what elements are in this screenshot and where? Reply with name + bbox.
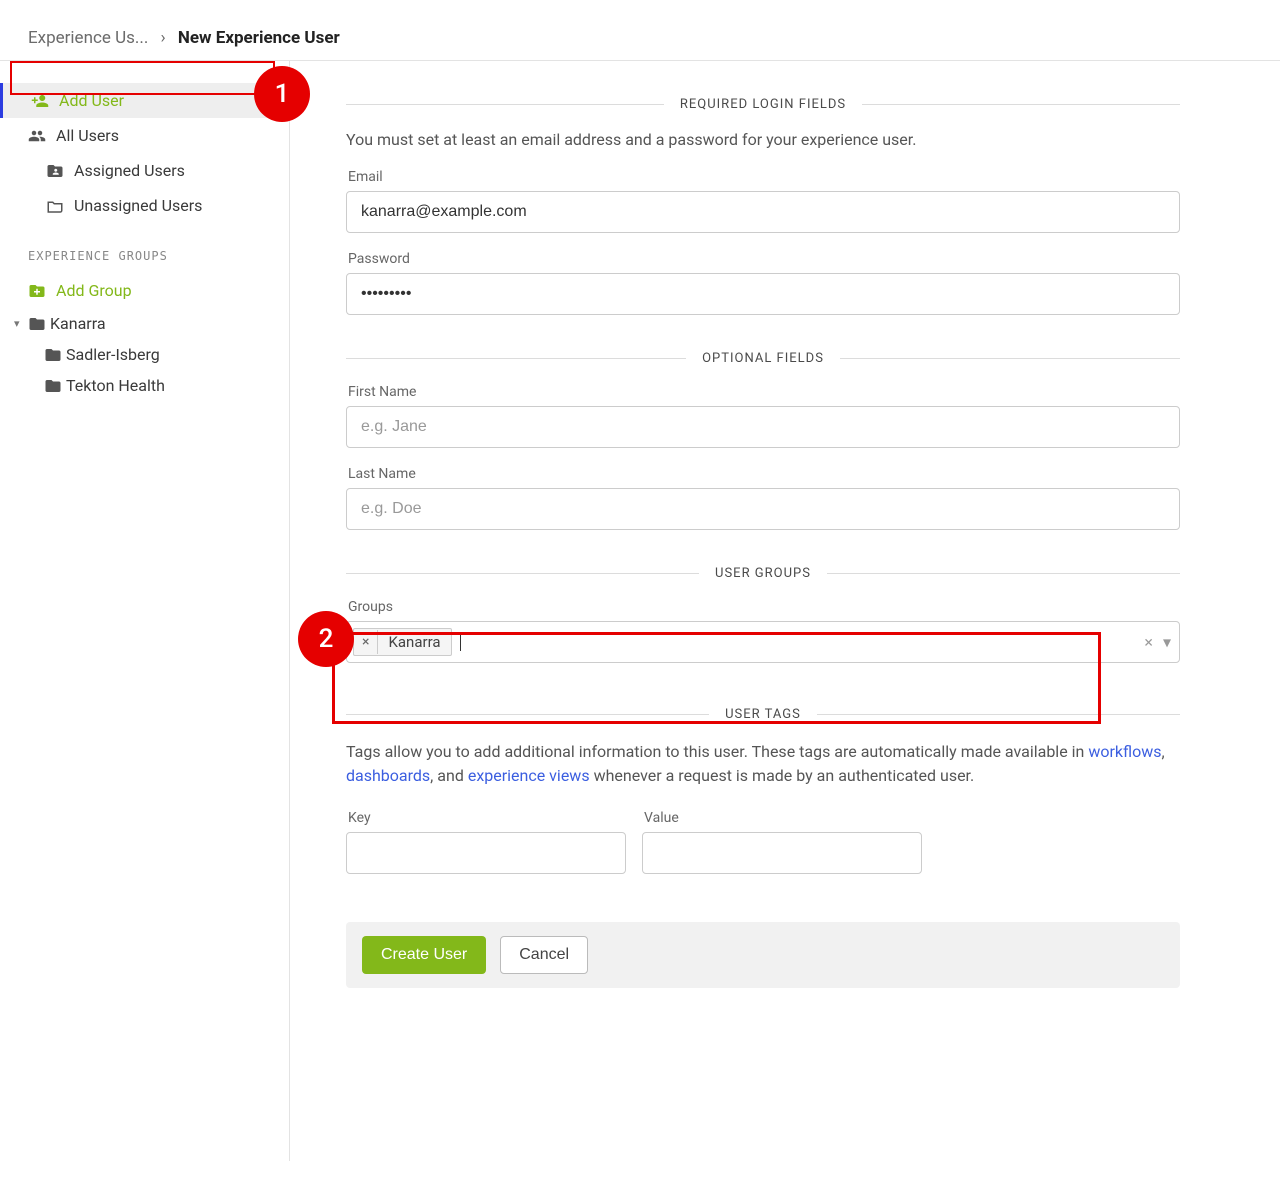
user-tags-intro: Tags allow you to add additional informa… <box>346 740 1180 788</box>
annotation-step-1: 1 <box>254 66 310 122</box>
cancel-button[interactable]: Cancel <box>500 936 588 974</box>
annotation-step-2: 2 <box>298 611 354 667</box>
main-form: REQUIRED LOGIN FIELDS You must set at le… <box>290 61 1280 1161</box>
caret-down-icon: ▾ <box>14 317 28 330</box>
breadcrumb-separator: › <box>161 28 166 48</box>
password-label: Password <box>348 251 1180 267</box>
sidebar-section-title: EXPERIENCE GROUPS <box>0 223 289 273</box>
groups-label: Groups <box>348 599 1180 615</box>
section-header-user-tags: USER TAGS <box>346 707 1180 722</box>
chip-label: Kanarra <box>378 629 450 655</box>
email-label: Email <box>348 169 1180 185</box>
dashboards-link[interactable]: dashboards <box>346 766 430 785</box>
password-field[interactable] <box>346 273 1180 315</box>
section-header-required-login: REQUIRED LOGIN FIELDS <box>346 97 1180 112</box>
dropdown-caret-icon[interactable]: ▾ <box>1163 633 1171 652</box>
folder-user-icon <box>46 162 74 180</box>
first-name-label: First Name <box>348 384 1180 400</box>
sidebar-item-unassigned-users[interactable]: Unassigned Users <box>0 188 289 223</box>
folder-icon <box>28 315 50 333</box>
breadcrumb-current: New Experience User <box>178 28 340 48</box>
folder-icon <box>44 377 66 395</box>
first-name-field[interactable] <box>346 406 1180 448</box>
add-user-icon <box>31 92 59 110</box>
sidebar-group-label: Kanarra <box>50 314 106 333</box>
breadcrumb-parent[interactable]: Experience Us... <box>28 28 148 48</box>
folder-open-icon <box>46 197 74 215</box>
sidebar-item-label: Add User <box>59 91 124 110</box>
chip-remove-icon[interactable]: × <box>354 630 378 654</box>
tag-value-field[interactable] <box>642 832 922 874</box>
sidebar-item-assigned-users[interactable]: Assigned Users <box>0 153 289 188</box>
sidebar-group-kanarra[interactable]: ▾ Kanarra <box>0 308 289 339</box>
experience-views-link[interactable]: experience views <box>468 766 590 785</box>
section-header-optional: OPTIONAL FIELDS <box>346 351 1180 366</box>
breadcrumb: Experience Us... › New Experience User <box>0 0 1280 61</box>
required-login-intro: You must set at least an email address a… <box>346 130 1180 149</box>
sidebar-item-all-users[interactable]: All Users <box>0 118 289 153</box>
sidebar-group-label: Sadler-Isberg <box>66 345 160 364</box>
sidebar-item-label: Add Group <box>56 281 132 300</box>
email-field[interactable] <box>346 191 1180 233</box>
tag-key-field[interactable] <box>346 832 626 874</box>
last-name-label: Last Name <box>348 466 1180 482</box>
users-icon <box>28 127 56 145</box>
section-header-user-groups: USER GROUPS <box>346 566 1180 581</box>
workflows-link[interactable]: workflows <box>1088 742 1161 761</box>
tag-value-label: Value <box>644 810 922 826</box>
folder-icon <box>44 346 66 364</box>
last-name-field[interactable] <box>346 488 1180 530</box>
sidebar-item-label: All Users <box>56 126 119 145</box>
add-folder-icon <box>28 282 56 300</box>
clear-all-icon[interactable]: × <box>1144 633 1153 652</box>
sidebar-group-label: Tekton Health <box>66 376 165 395</box>
tag-key-label: Key <box>348 810 626 826</box>
sidebar-item-add-group[interactable]: Add Group <box>0 273 289 308</box>
group-chip-kanarra: × Kanarra <box>353 628 452 656</box>
sidebar-item-label: Assigned Users <box>74 161 185 180</box>
text-cursor <box>460 633 461 651</box>
form-button-bar: Create User Cancel <box>346 922 1180 988</box>
sidebar-group-tekton-health[interactable]: Tekton Health <box>0 370 289 401</box>
sidebar: 1 Add User All Users Assigned Users <box>0 61 290 1161</box>
sidebar-group-sadler-isberg[interactable]: Sadler-Isberg <box>0 339 289 370</box>
create-user-button[interactable]: Create User <box>362 936 486 974</box>
groups-multiselect[interactable]: × Kanarra × ▾ <box>346 621 1180 663</box>
sidebar-item-label: Unassigned Users <box>74 196 202 215</box>
sidebar-item-add-user[interactable]: Add User <box>0 83 289 118</box>
